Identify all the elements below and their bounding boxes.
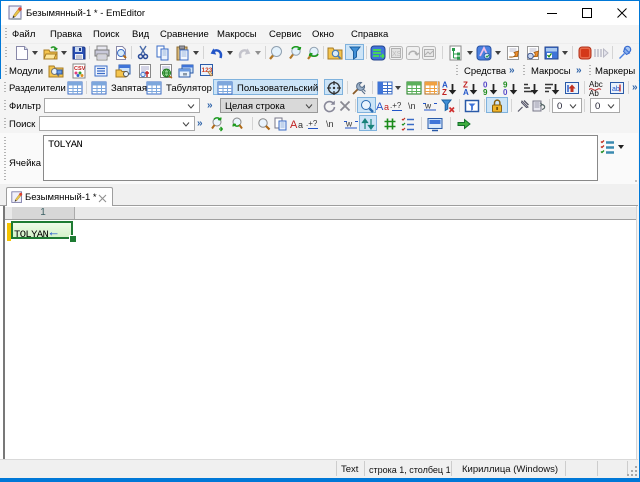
svg-text:A: A	[376, 101, 384, 113]
svg-text:A: A	[290, 119, 298, 131]
svg-text:A: A	[463, 88, 469, 96]
svg-text:9: 9	[483, 88, 488, 96]
svg-text:.+?: .+?	[306, 119, 318, 128]
svg-text:w: w	[424, 101, 432, 111]
svg-text:.+?: .+?	[390, 101, 402, 110]
svg-text:a: a	[384, 102, 389, 112]
svg-text:ab: ab	[612, 86, 620, 93]
svg-text:\n: \n	[408, 101, 416, 111]
svg-text:w: w	[345, 119, 353, 129]
svg-text:0: 0	[503, 88, 508, 96]
svg-text:Ab: Ab	[589, 89, 599, 96]
svg-text:\n: \n	[326, 119, 334, 129]
svg-text:CSV: CSV	[74, 66, 86, 72]
svg-text:XS: XS	[392, 51, 402, 58]
svg-text:Abc: Abc	[589, 80, 603, 89]
svg-text:a: a	[298, 120, 303, 130]
svg-text:Z: Z	[442, 88, 447, 96]
